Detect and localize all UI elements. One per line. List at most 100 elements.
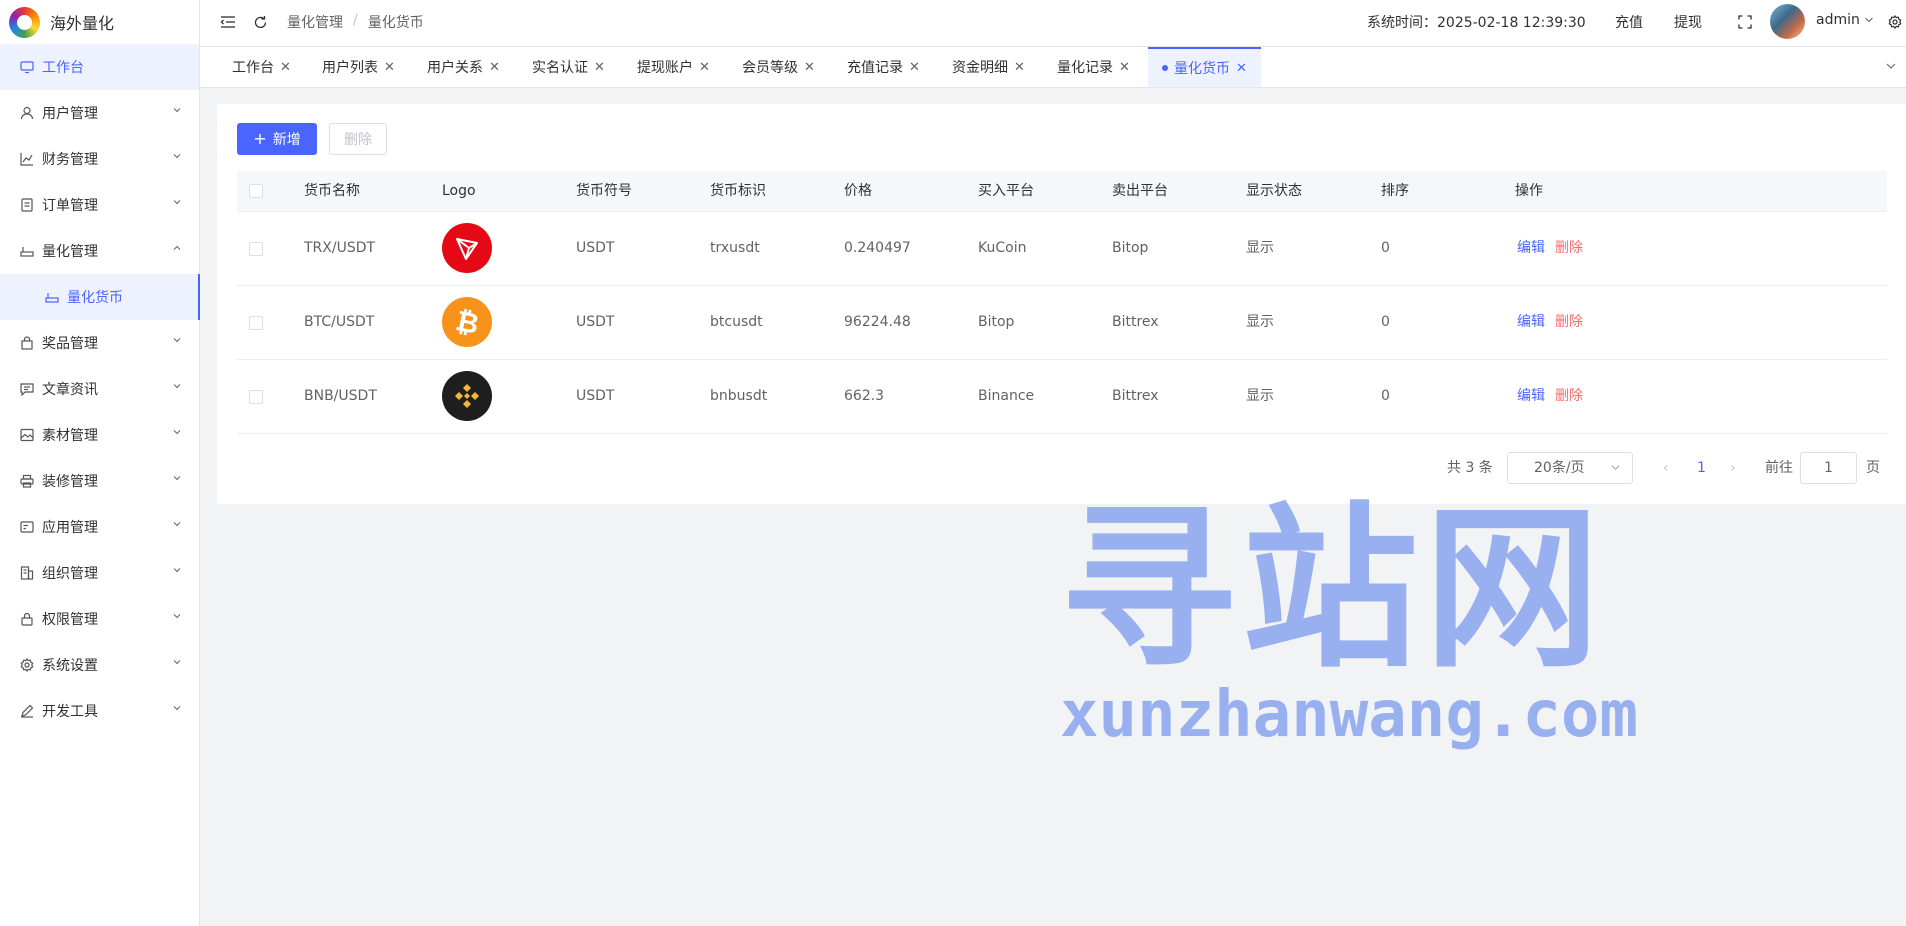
tab-user-relation[interactable]: 用户关系 ✕ (427, 47, 500, 87)
edit-link[interactable]: 编辑 (1517, 212, 1545, 285)
tab-real-name[interactable]: 实名认证 ✕ (532, 47, 605, 87)
brand[interactable]: 海外量化 (0, 0, 199, 44)
chevron-up-icon (173, 245, 181, 250)
chart-icon (19, 152, 34, 167)
close-icon[interactable]: ✕ (280, 60, 291, 75)
collapse-menu-icon[interactable] (219, 13, 237, 31)
bitcoin-icon: ₿ (442, 297, 492, 347)
tab-fund-details[interactable]: 资金明细 ✕ (952, 47, 1025, 87)
image-icon (19, 428, 34, 443)
tab-withdraw-account[interactable]: 提现账户 ✕ (637, 47, 710, 87)
close-icon[interactable]: ✕ (804, 60, 815, 75)
refresh-icon[interactable] (251, 13, 269, 31)
prev-page-button[interactable]: ‹ (1663, 452, 1669, 484)
sidebar-item-prizes[interactable]: 奖品管理 (0, 320, 199, 366)
edit-link[interactable]: 编辑 (1517, 286, 1545, 359)
pen-icon (19, 704, 34, 719)
sidebar-item-articles[interactable]: 文章资讯 (0, 366, 199, 412)
chevron-down-icon (173, 338, 181, 343)
sidebar-item-finance[interactable]: 财务管理 (0, 136, 199, 182)
cell-price: 0.240497 (844, 240, 911, 256)
tab-label: 充值记录 (847, 60, 903, 76)
cell-symbol: USDT (576, 240, 615, 256)
user-name: admin (1816, 12, 1860, 28)
col-sell-platform: 卖出平台 (1112, 183, 1168, 199)
cell-code: bnbusdt (710, 388, 768, 404)
sidebar-item-orders[interactable]: 订单管理 (0, 182, 199, 228)
close-icon[interactable]: ✕ (384, 60, 395, 75)
cell-sell-platform: Bittrex (1112, 314, 1159, 330)
close-icon[interactable]: ✕ (489, 60, 500, 75)
table-header: 货币名称 Logo 货币符号 货币标识 价格 买入平台 卖出平台 显示状态 排序… (237, 171, 1887, 212)
select-all-checkbox[interactable] (249, 184, 263, 198)
gear-icon[interactable] (1886, 13, 1904, 31)
user-menu[interactable]: admin (1816, 12, 1874, 28)
sidebar-item-users[interactable]: 用户管理 (0, 90, 199, 136)
goto-page-input[interactable]: 1 (1800, 452, 1857, 484)
tab-label: 用户列表 (322, 60, 378, 76)
page-size-value: 20条/页 (1534, 460, 1585, 476)
watermark-title: 寻站网 (1060, 487, 1607, 692)
sidebar-item-apps[interactable]: 应用管理 (0, 504, 199, 550)
sidebar-item-quant[interactable]: 量化管理 (0, 228, 199, 274)
add-label: 新增 (272, 132, 301, 148)
close-icon[interactable]: ✕ (1236, 61, 1247, 76)
sidebar-item-devtools[interactable]: 开发工具 (0, 688, 199, 734)
fullscreen-icon[interactable] (1736, 13, 1754, 31)
bulk-delete-button[interactable]: 删除 (329, 123, 387, 155)
tab-quant-currency[interactable]: 量化货币 ✕ (1148, 47, 1261, 87)
close-icon[interactable]: ✕ (1119, 60, 1130, 75)
recharge-link[interactable]: 充值 (1615, 12, 1643, 32)
sidebar-item-decoration[interactable]: 装修管理 (0, 458, 199, 504)
building-icon (19, 566, 34, 581)
app-icon (19, 520, 34, 535)
sidebar-item-materials[interactable]: 素材管理 (0, 412, 199, 458)
top-bar: 量化管理 / 量化货币 系统时间：2025-02-18 12:39:30 充值 … (200, 0, 1906, 47)
sidebar-item-permissions[interactable]: 权限管理 (0, 596, 199, 642)
tab-workbench[interactable]: 工作台 ✕ (232, 47, 291, 87)
table-row: BNB/USDT USDT bnbusdt 662.3 Binance Bitt… (237, 360, 1887, 434)
sidebar-item-organization[interactable]: 组织管理 (0, 550, 199, 596)
table-row: TRX/USDT USDT trxusdt 0.240497 KuCoin Bi… (237, 212, 1887, 286)
delete-link[interactable]: 删除 (1555, 360, 1583, 433)
add-button[interactable]: + 新增 (237, 123, 317, 155)
col-symbol: 货币符号 (576, 183, 632, 199)
tab-label: 量化货币 (1174, 61, 1230, 77)
chevron-down-icon (1611, 465, 1620, 470)
tab-member-level[interactable]: 会员等级 ✕ (742, 47, 815, 87)
tab-recharge-records[interactable]: 充值记录 ✕ (847, 47, 920, 87)
page-number[interactable]: 1 (1697, 452, 1706, 484)
close-icon[interactable]: ✕ (1014, 60, 1025, 75)
tab-quant-records[interactable]: 量化记录 ✕ (1057, 47, 1130, 87)
delete-link[interactable]: 删除 (1555, 286, 1583, 359)
avatar[interactable] (1770, 4, 1805, 39)
cell-code: btcusdt (710, 314, 763, 330)
delete-link[interactable]: 删除 (1555, 212, 1583, 285)
chevron-down-icon[interactable] (1886, 61, 1896, 71)
edit-link[interactable]: 编辑 (1517, 360, 1545, 433)
order-icon (19, 198, 34, 213)
row-checkbox[interactable] (249, 242, 263, 256)
withdraw-link[interactable]: 提现 (1674, 12, 1702, 32)
sidebar-item-label: 工作台 (42, 60, 84, 76)
close-icon[interactable]: ✕ (909, 60, 920, 75)
cell-symbol: USDT (576, 314, 615, 330)
tab-user-list[interactable]: 用户列表 ✕ (322, 47, 395, 87)
row-checkbox[interactable] (249, 390, 263, 404)
sidebar-item-settings[interactable]: 系统设置 (0, 642, 199, 688)
cell-buy-platform: KuCoin (978, 240, 1027, 256)
cell-symbol: USDT (576, 388, 615, 404)
sidebar-item-workbench[interactable]: 工作台 (0, 44, 199, 90)
row-checkbox[interactable] (249, 316, 263, 330)
sidebar-item-quant-currency[interactable]: 量化货币 (0, 274, 200, 320)
next-page-button[interactable]: › (1730, 452, 1736, 484)
breadcrumb-item[interactable]: 量化管理 (287, 12, 343, 32)
page-size-select[interactable]: 20条/页 (1507, 452, 1633, 484)
chevron-down-icon (173, 430, 181, 435)
close-icon[interactable]: ✕ (594, 60, 605, 75)
col-status: 显示状态 (1246, 183, 1302, 199)
sidebar-item-label: 组织管理 (42, 566, 98, 582)
close-icon[interactable]: ✕ (699, 60, 710, 75)
printer-icon (19, 474, 34, 489)
tab-label: 实名认证 (532, 60, 588, 76)
